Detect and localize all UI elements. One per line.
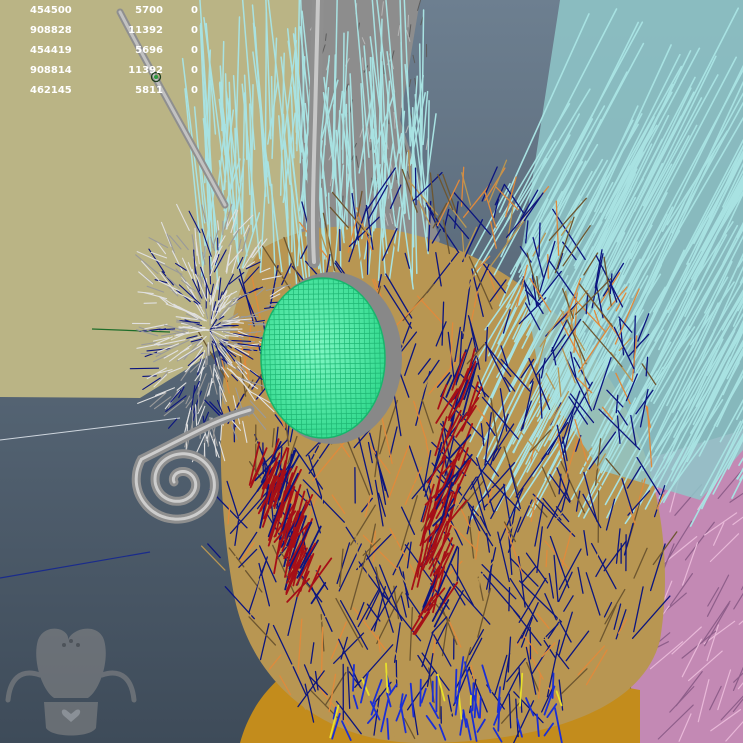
- vertex-count: 462145: [30, 85, 72, 96]
- vertex-count: 908814: [30, 65, 72, 76]
- white-hair-strand: [129, 367, 160, 370]
- body-hair-strand: [262, 601, 265, 628]
- body-hair-strand: [545, 549, 548, 568]
- leg-hair-strand: [478, 696, 482, 719]
- head-crest-fiber: [407, 14, 409, 28]
- wing-hair-strand: [270, 75, 274, 137]
- white-hair-strand: [142, 375, 157, 377]
- leg-hair-strand: [386, 717, 390, 740]
- face-count: 5700: [135, 5, 163, 16]
- selected-count: 0: [191, 45, 198, 56]
- vertex-count: 454419: [30, 45, 72, 56]
- white-hair-strand: [204, 352, 207, 368]
- face-count: 5696: [135, 45, 163, 56]
- selected-count: 0: [191, 65, 198, 76]
- face-count: 11392: [128, 65, 163, 76]
- leg-hair-strand: [352, 664, 355, 692]
- 3d-viewport[interactable]: 454500 5700 0 908828 11392 0 454419 5696 0 908814…: [0, 0, 743, 743]
- selected-count: 0: [191, 25, 198, 36]
- face-count: 5811: [135, 85, 163, 96]
- wing-hair-strand: [294, 27, 298, 134]
- body-hair-strand: [642, 535, 645, 569]
- body-hair-strand: [508, 587, 511, 612]
- selected-count: 0: [191, 85, 198, 96]
- leg-hair-strand: [454, 668, 458, 704]
- face-count: 11392: [128, 25, 163, 36]
- leg-hair-strand: [551, 672, 555, 699]
- moth-head-render[interactable]: [0, 0, 743, 743]
- selected-count: 0: [191, 5, 198, 16]
- wing-hair-strand: [402, 119, 405, 215]
- vertex-count: 454500: [30, 5, 72, 16]
- leg-hair-strand: [419, 678, 422, 707]
- vertex-count: 908828: [30, 25, 72, 36]
- white-hair-strand: [206, 343, 209, 366]
- wing-hair-strand: [208, 79, 211, 222]
